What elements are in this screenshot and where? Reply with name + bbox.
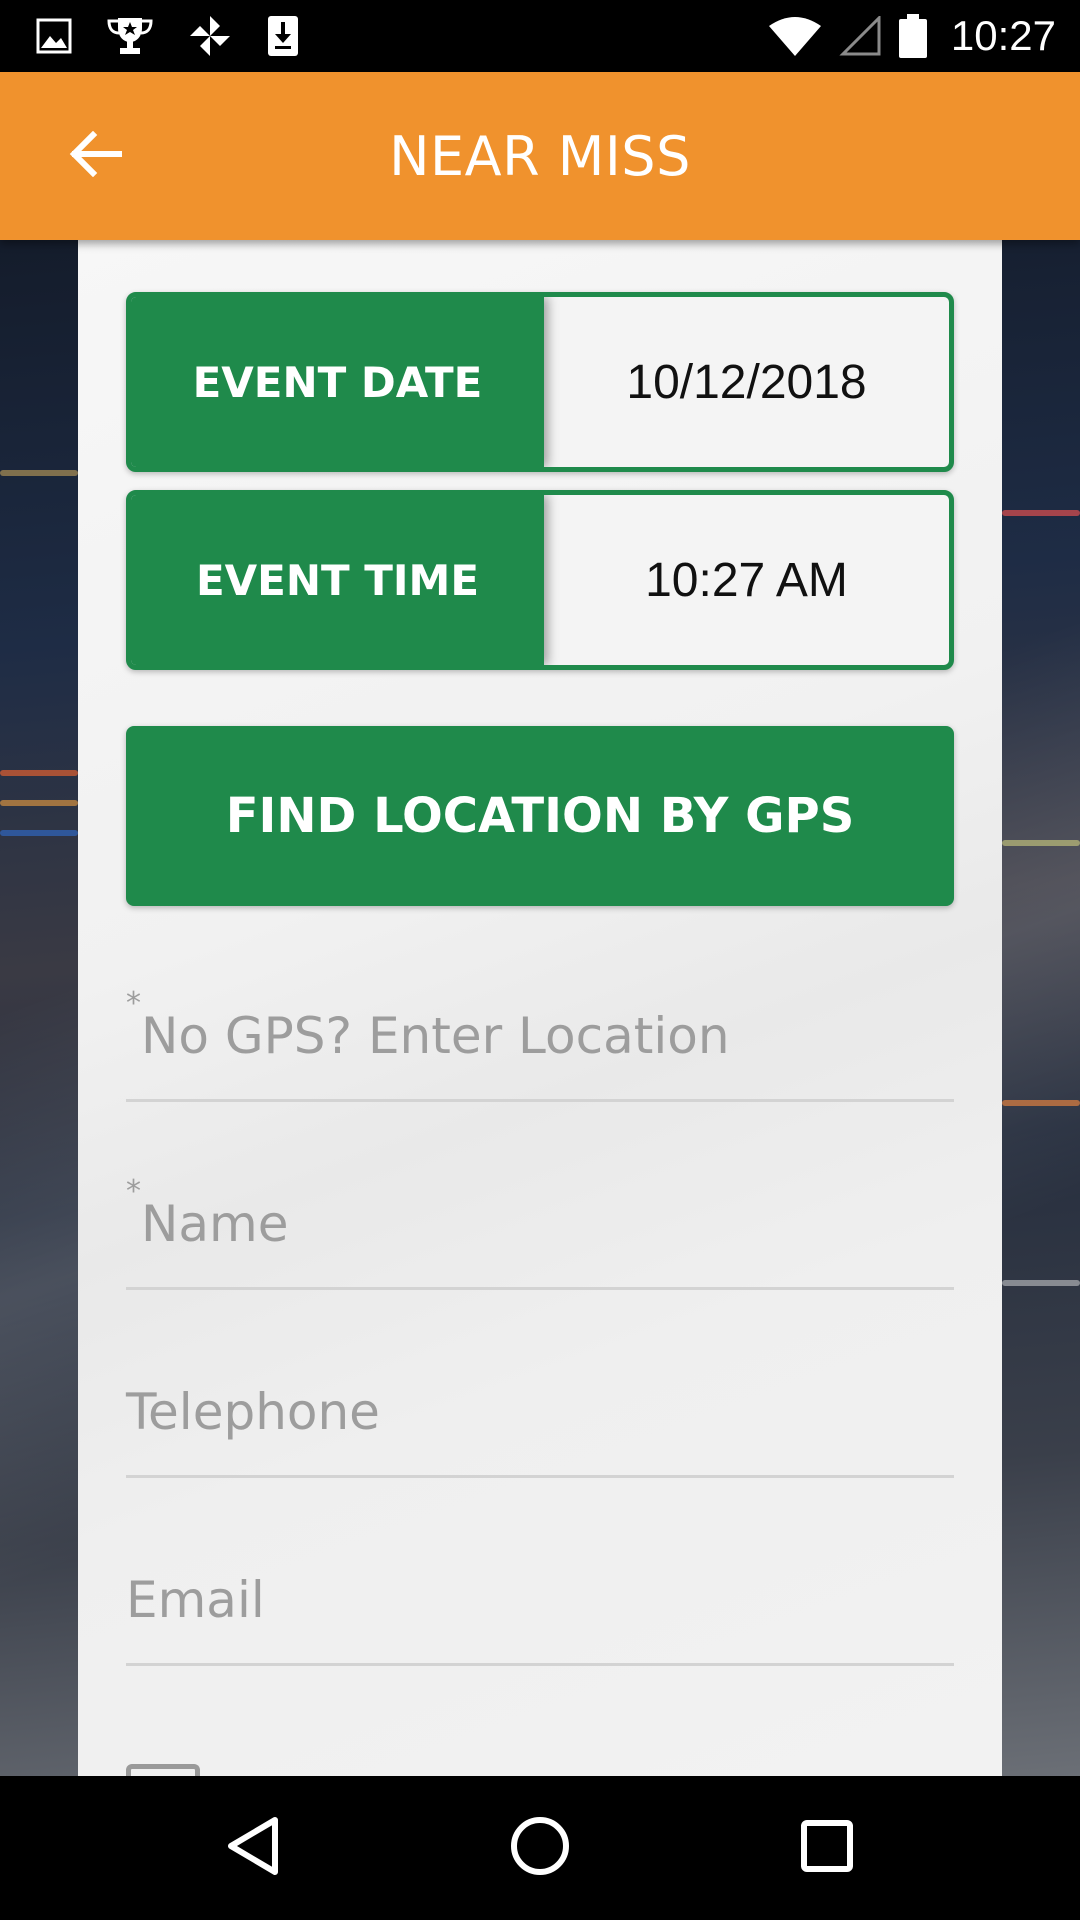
wifi-icon — [768, 16, 821, 56]
email-field[interactable]: Email — [126, 1536, 954, 1666]
event-date-row: EVENT DATE 10/12/2018 — [126, 292, 954, 472]
app-bar: NEAR MISS — [0, 72, 1080, 240]
notification-icons — [36, 14, 300, 58]
telephone-field[interactable]: Telephone — [126, 1348, 954, 1478]
required-mark: * — [126, 986, 141, 1021]
home-circle-icon — [510, 1816, 570, 1880]
event-date-value[interactable]: 10/12/2018 — [544, 297, 949, 467]
required-mark: * — [126, 1174, 141, 1209]
signal-icon — [839, 16, 881, 56]
nav-back-button[interactable] — [205, 1800, 301, 1896]
pinwheel-icon — [188, 14, 232, 58]
recents-square-icon — [800, 1819, 854, 1877]
event-time-label: EVENT TIME — [131, 495, 544, 665]
trophy-icon — [106, 16, 154, 56]
location-field[interactable]: * No GPS? Enter Location — [126, 972, 954, 1102]
system-icons: 10:27 — [768, 12, 1056, 60]
back-triangle-icon — [225, 1816, 281, 1880]
battery-icon — [898, 14, 927, 58]
status-time: 10:27 — [950, 12, 1056, 59]
download-icon — [266, 14, 300, 58]
page-title: NEAR MISS — [389, 124, 691, 188]
name-placeholder: Name — [141, 1195, 289, 1253]
find-location-gps-button[interactable]: FIND LOCATION BY GPS — [126, 726, 954, 906]
event-time-value[interactable]: 10:27 AM — [544, 495, 949, 665]
name-field[interactable]: * Name — [126, 1160, 954, 1290]
email-placeholder: Email — [126, 1571, 265, 1629]
location-placeholder: No GPS? Enter Location — [141, 1007, 730, 1065]
form-card: EVENT DATE 10/12/2018 EVENT TIME 10:27 A… — [78, 240, 1002, 1804]
nav-recents-button[interactable] — [779, 1800, 875, 1896]
status-bar: 10:27 — [0, 0, 1080, 72]
telephone-placeholder: Telephone — [126, 1383, 380, 1441]
event-date-label: EVENT DATE — [131, 297, 544, 467]
event-time-row: EVENT TIME 10:27 AM — [126, 490, 954, 670]
image-icon — [36, 18, 72, 54]
navigation-bar — [0, 1776, 1080, 1920]
nav-home-button[interactable] — [492, 1800, 588, 1896]
